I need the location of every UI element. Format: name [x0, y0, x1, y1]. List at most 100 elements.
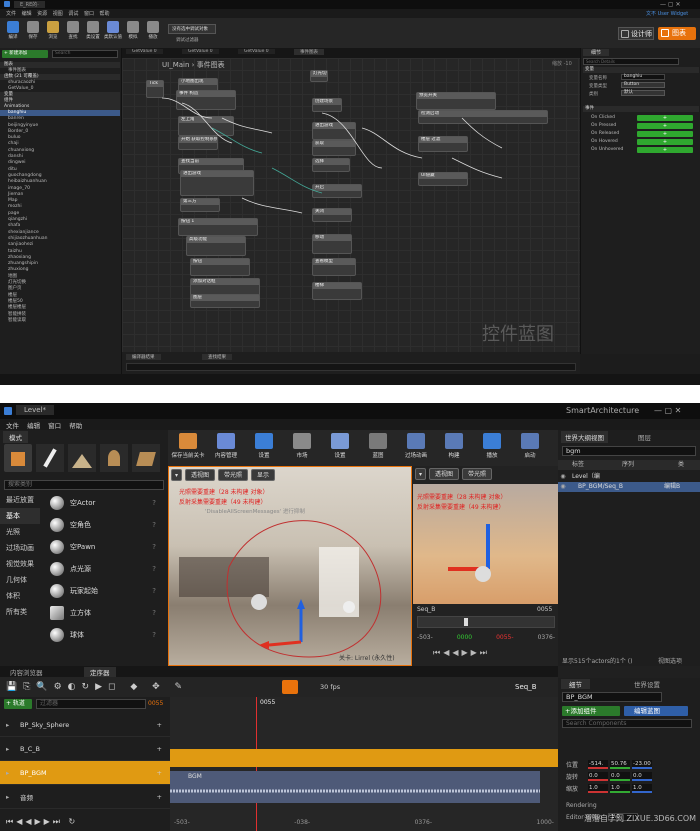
help-icon[interactable]: ? — [152, 565, 156, 573]
add-new-button[interactable]: + 新建添加 — [2, 50, 48, 58]
console-input[interactable] — [126, 363, 576, 371]
col-sequence[interactable]: 序列 — [608, 460, 678, 470]
toolbar-button-1[interactable]: 保存 — [24, 20, 42, 46]
add-key-icon[interactable]: + — [157, 769, 162, 777]
var-category-select[interactable]: 默认 — [621, 90, 665, 96]
toolbar-button-9[interactable]: 启动 — [512, 432, 548, 464]
playhead[interactable] — [464, 618, 468, 626]
designer-tab[interactable]: 设计师 — [618, 27, 654, 40]
section-variable[interactable]: 变量 — [583, 67, 699, 73]
asset-item[interactable]: 空角色? — [42, 514, 162, 536]
layers-tab[interactable]: 图层 — [634, 431, 655, 443]
expand-icon[interactable]: ▸ — [6, 793, 20, 801]
debug-filter-select[interactable]: 没有选中调试对象 — [168, 24, 216, 34]
actor-name-field[interactable]: BP_BGM — [562, 692, 662, 702]
category-item[interactable]: 体积 — [0, 588, 40, 604]
window-controls[interactable]: — ▢ ✕ — [654, 406, 681, 415]
window-controls[interactable]: — ▢ ✕ — [660, 1, 681, 8]
sequencer-tool-icons[interactable]: 💾⎘🔍⚙◐↻▶◻ ◆ ✥ ✎ — [6, 682, 188, 692]
help-icon[interactable]: ? — [152, 499, 156, 507]
details-tab[interactable]: 细节 — [583, 49, 610, 56]
doc-tab-3[interactable]: 事件图表 — [294, 49, 324, 55]
asset-item[interactable]: 球体? — [42, 624, 162, 646]
help-icon[interactable]: ? — [152, 521, 156, 529]
col-label[interactable]: 标签 — [558, 460, 608, 470]
scrub-bar[interactable] — [417, 616, 555, 628]
outliner-tab[interactable]: 世界大纲视图 — [561, 431, 608, 443]
modes-tab[interactable]: 模式 — [3, 431, 28, 443]
add-event-button[interactable]: + — [637, 123, 693, 129]
category-item[interactable]: 光照 — [0, 524, 40, 540]
asset-item[interactable]: 点光源? — [42, 558, 162, 580]
graph-tab[interactable]: 图表 — [658, 27, 696, 40]
add-key-icon[interactable]: + — [157, 721, 162, 729]
transform-field[interactable]: 1.0 — [632, 783, 652, 793]
category-item[interactable]: 最近放置 — [0, 492, 40, 508]
toolbar-button-5[interactable]: 蓝图 — [360, 432, 396, 464]
transform-field[interactable]: 0.0 — [632, 771, 652, 781]
search-input[interactable]: Search — [52, 50, 118, 58]
add-event-button[interactable]: + — [637, 115, 693, 121]
rendering-section[interactable]: Rendering — [566, 802, 597, 809]
transform-field[interactable]: 1.0 — [610, 783, 630, 793]
add-component-button[interactable]: +添加组件 — [562, 706, 620, 716]
toolbar-button-3[interactable]: 查找 — [64, 20, 82, 46]
foliage-mode-icon[interactable] — [100, 444, 128, 472]
expand-icon[interactable]: ▸ — [6, 721, 20, 729]
cinematic-viewport[interactable]: ▾ 透视图 带光照 光照需要重建（28 未构建 对象） 反射采集需要重建（49 未构… — [413, 466, 558, 666]
fps-select[interactable]: 30 fps — [320, 683, 340, 691]
toolbar-button-0[interactable]: 保存当前关卡 — [170, 432, 206, 464]
sequencer-track[interactable]: ▸ BP_BGM + — [0, 761, 170, 785]
category-item[interactable]: 所有类 — [0, 604, 40, 620]
tab-sequencer[interactable]: 定序器 — [84, 667, 116, 677]
help-icon[interactable]: ? — [152, 631, 156, 639]
asset-item[interactable]: 立方体? — [42, 602, 162, 624]
main-viewport[interactable]: ▾ 透视图 带光照 显示 光照需要重建（28 未构建 对象） 反射采集需要重建（49 … — [168, 466, 412, 666]
transform-field[interactable]: -514. — [588, 759, 608, 769]
tab-find-results[interactable]: 查找结果 — [202, 354, 232, 360]
toolbar-button-0[interactable]: 编译 — [4, 20, 22, 46]
help-icon[interactable]: ? — [152, 609, 156, 617]
details-tab[interactable]: 细节 — [561, 679, 590, 689]
details-search[interactable]: Search Details — [583, 58, 679, 65]
event-graph[interactable]: UI_Main › 事件图表 缩放 -10 Tick 小地图出现 事件 构造 左上角开… — [122, 58, 580, 352]
sequencer-track[interactable]: ▸ 音频 + — [0, 785, 170, 809]
landscape-mode-icon[interactable] — [68, 444, 96, 472]
sequencer-track[interactable]: ▸ B_C_B + — [0, 737, 170, 761]
visibility-icon[interactable]: ◉ — [558, 472, 568, 482]
toolbar-button-4[interactable]: 设置 — [322, 432, 358, 464]
transform-field[interactable]: 0.0 — [588, 771, 608, 781]
level-tab[interactable]: Level* — [16, 405, 54, 415]
help-icon[interactable]: ? — [152, 587, 156, 595]
var-name-field[interactable]: banghiu — [621, 74, 665, 80]
lit-button-2[interactable]: 带光照 — [462, 468, 493, 480]
doc-tab-1[interactable]: GetValue 0 — [182, 49, 219, 54]
visibility-icon[interactable]: ◉ — [558, 482, 568, 492]
transport-controls[interactable]: ⏮◀◀▶▶⏭ ↻ — [6, 817, 78, 827]
help-icon[interactable]: ? — [152, 543, 156, 551]
transform-field[interactable]: 0.0 — [610, 771, 630, 781]
asset-item[interactable]: 玩家起始? — [42, 580, 162, 602]
tab-content-browser[interactable]: 内容浏览器 — [4, 667, 49, 677]
add-event-button[interactable]: + — [637, 139, 693, 145]
paint-mode-icon[interactable] — [36, 444, 64, 472]
asset-item[interactable]: 空Actor? — [42, 492, 162, 514]
category-item[interactable]: 过场动画 — [0, 540, 40, 556]
timeline[interactable]: 0055 BGM -503- -038- 0376- 1000- — [170, 697, 558, 831]
toolbar-button-8[interactable]: 播放 — [474, 432, 510, 464]
toolbar-button-7[interactable]: 构建 — [436, 432, 472, 464]
add-event-button[interactable]: + — [637, 131, 693, 137]
snap-icon[interactable] — [282, 680, 298, 694]
toolbar-button-1[interactable]: 内容管理 — [208, 432, 244, 464]
transform-field[interactable]: 50.76 — [610, 759, 630, 769]
audio-clip[interactable]: BGM — [170, 771, 540, 803]
add-event-button[interactable]: + — [637, 147, 693, 153]
window-tab[interactable]: E_RE的· — [14, 1, 45, 8]
add-key-icon[interactable]: + — [157, 745, 162, 753]
category-item[interactable]: 几何体 — [0, 572, 40, 588]
viewport2-menu-icon[interactable]: ▾ — [415, 468, 427, 480]
asset-item[interactable]: 空Pawn? — [42, 536, 162, 558]
toolbar-button-6[interactable]: 模拟 — [124, 20, 142, 46]
toolbar-button-6[interactable]: 过场动画 — [398, 432, 434, 464]
view-options[interactable]: 视图选项 — [658, 656, 682, 665]
